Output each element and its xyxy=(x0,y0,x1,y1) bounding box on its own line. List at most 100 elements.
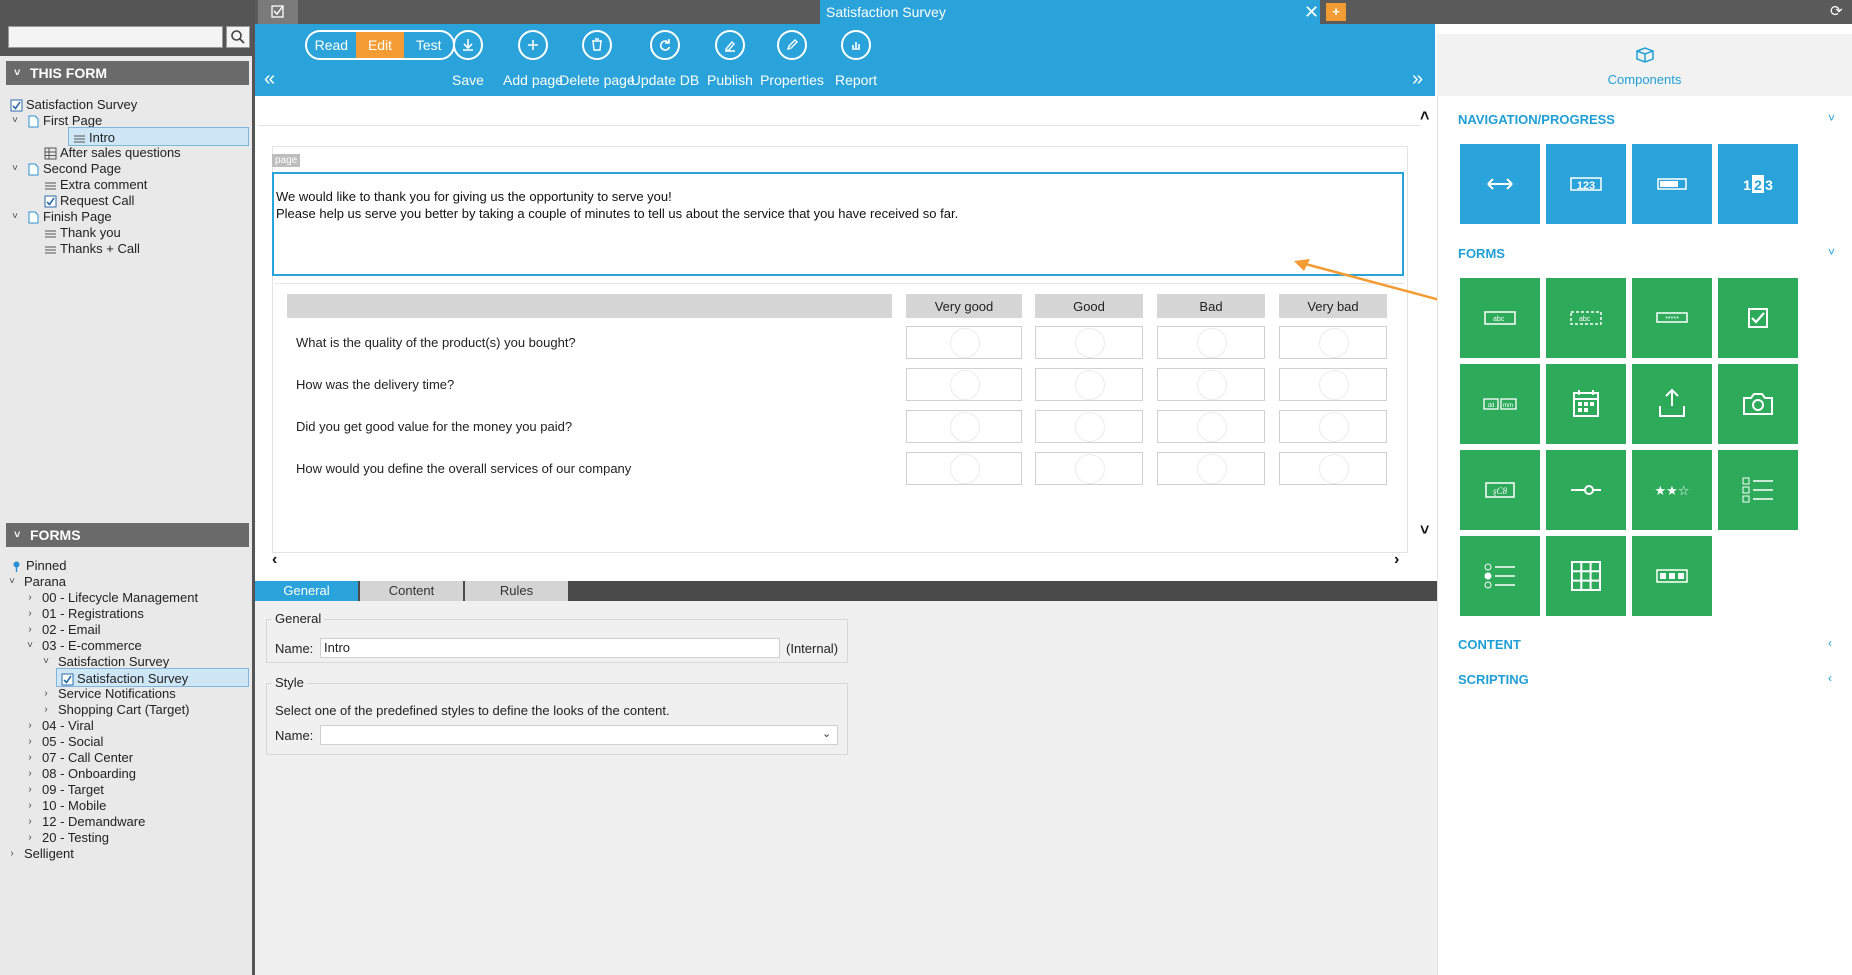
radio-button[interactable] xyxy=(1319,454,1349,484)
lines-icon xyxy=(44,178,57,191)
mode-edit-button[interactable]: Edit xyxy=(355,32,405,58)
radio-button[interactable] xyxy=(950,328,980,358)
password-field-icon: ***** xyxy=(1652,298,1692,338)
matrix-radio-cell[interactable] xyxy=(906,326,1022,359)
radio-list-tile[interactable] xyxy=(1460,536,1540,616)
masked-textbox-icon: abc xyxy=(1566,298,1606,338)
scroll-right-icon[interactable]: › xyxy=(1394,551,1399,569)
radio-button[interactable] xyxy=(1075,412,1105,442)
radio-button[interactable] xyxy=(1197,412,1227,442)
style-select[interactable] xyxy=(320,725,838,745)
captcha-tile[interactable]: ȿC8 xyxy=(1460,450,1540,530)
radio-button[interactable] xyxy=(950,370,980,400)
radio-button[interactable] xyxy=(1075,454,1105,484)
matrix-radio-cell[interactable] xyxy=(1157,326,1265,359)
this-form-header[interactable]: ˅ THIS FORM xyxy=(6,61,249,85)
radio-button[interactable] xyxy=(1319,328,1349,358)
segmented-choice-tile[interactable] xyxy=(1632,536,1712,616)
tab-rules[interactable]: Rules xyxy=(465,581,568,601)
calendar-tile[interactable] xyxy=(1546,364,1626,444)
radio-button[interactable] xyxy=(1197,328,1227,358)
chevron-down-icon[interactable]: ˅ xyxy=(9,111,21,130)
progress-bar-tile[interactable] xyxy=(1632,144,1712,224)
matrix-radio-cell[interactable] xyxy=(1279,410,1387,443)
page-number-tile[interactable]: 123 xyxy=(1718,144,1798,224)
components-tab-label: Components xyxy=(1607,72,1682,87)
radio-button[interactable] xyxy=(950,412,980,442)
matrix-radio-cell[interactable] xyxy=(1035,452,1143,485)
close-tab-button[interactable]: ✕ xyxy=(1304,2,1319,22)
collapse-right-button[interactable]: » xyxy=(1412,68,1423,91)
mode-read-button[interactable]: Read xyxy=(307,32,356,58)
matrix-radio-cell[interactable] xyxy=(1279,326,1387,359)
delete-page-button[interactable]: Delete page xyxy=(559,30,635,88)
tab-satisfaction-survey[interactable]: Satisfaction Survey xyxy=(820,0,1320,24)
chevron-down-icon[interactable]: ˅ xyxy=(1828,111,1835,125)
tab-form-list[interactable] xyxy=(258,0,298,24)
tree-item-label: Thanks + Call xyxy=(60,241,140,256)
chevron-down-icon[interactable]: ˅ xyxy=(1828,245,1835,259)
matrix-radio-cell[interactable] xyxy=(1157,410,1265,443)
radio-button[interactable] xyxy=(1075,328,1105,358)
matrix-radio-cell[interactable] xyxy=(1035,368,1143,401)
camera-tile[interactable] xyxy=(1718,364,1798,444)
section-content[interactable]: CONTENT xyxy=(1458,637,1521,652)
matrix-radio-cell[interactable] xyxy=(1035,326,1143,359)
page-icon xyxy=(27,162,40,176)
radio-button[interactable] xyxy=(1197,370,1227,400)
name-input[interactable]: Intro xyxy=(320,638,780,658)
matrix-radio-cell[interactable] xyxy=(1157,452,1265,485)
chevron-left-icon[interactable]: ‹ xyxy=(1828,636,1832,650)
matrix-radio-cell[interactable] xyxy=(1157,368,1265,401)
chevron-left-icon[interactable]: ‹ xyxy=(1828,671,1832,685)
scroll-left-icon[interactable]: ‹ xyxy=(272,551,277,569)
radio-button[interactable] xyxy=(1319,412,1349,442)
scroll-up-icon[interactable]: ˄ xyxy=(1420,108,1429,126)
chevron-down-icon: ˅ xyxy=(14,529,21,541)
publish-icon xyxy=(715,30,745,60)
collapse-left-button[interactable]: « xyxy=(264,68,275,91)
checkbox-tile[interactable] xyxy=(1718,278,1798,358)
upload-tile[interactable] xyxy=(1632,364,1712,444)
checklist-tile[interactable] xyxy=(1718,450,1798,530)
date-fields-tile[interactable]: dd mm xyxy=(1460,364,1540,444)
scroll-down-icon[interactable]: ˅ xyxy=(1420,522,1429,540)
tree-item[interactable]: Thanks + Call xyxy=(6,239,249,258)
matrix-radio-cell[interactable] xyxy=(1279,452,1387,485)
tab-content[interactable]: Content xyxy=(360,581,463,601)
password-field-tile[interactable]: ***** xyxy=(1632,278,1712,358)
matrix-radio-cell[interactable] xyxy=(906,368,1022,401)
section-forms[interactable]: FORMS xyxy=(1458,246,1505,261)
step-numbers-tile[interactable]: 123 xyxy=(1546,144,1626,224)
masked-textbox-tile[interactable]: abc xyxy=(1546,278,1626,358)
textbox-tile[interactable]: abc xyxy=(1460,278,1540,358)
search-button[interactable] xyxy=(226,26,250,48)
radio-button[interactable] xyxy=(1075,370,1105,400)
report-button[interactable]: Report xyxy=(818,30,894,88)
slider-tile[interactable] xyxy=(1546,450,1626,530)
matrix-radio-cell[interactable] xyxy=(1035,410,1143,443)
this-form-tree: Satisfaction Survey ˅ First Page Intro After… xyxy=(6,95,249,285)
radio-button[interactable] xyxy=(1197,454,1227,484)
radio-button[interactable] xyxy=(950,454,980,484)
style-name-label: Name: xyxy=(275,728,314,743)
add-tab-button[interactable]: + xyxy=(1326,3,1346,21)
nav-arrows-tile[interactable] xyxy=(1460,144,1540,224)
matrix-radio-cell[interactable] xyxy=(1279,368,1387,401)
matrix-radio-cell[interactable] xyxy=(906,410,1022,443)
chevron-right-icon[interactable]: › xyxy=(6,844,18,863)
refresh-icon[interactable]: ⟳ xyxy=(1830,2,1843,20)
radio-button[interactable] xyxy=(1319,370,1349,400)
search-input[interactable] xyxy=(8,26,223,48)
report-icon xyxy=(841,30,871,60)
tab-general[interactable]: General xyxy=(255,581,358,601)
section-scripting[interactable]: SCRIPTING xyxy=(1458,672,1529,687)
page-number-icon: 123 xyxy=(1738,164,1778,204)
tree-item[interactable]: › Selligent xyxy=(6,844,249,863)
matrix-radio-cell[interactable] xyxy=(906,452,1022,485)
grid-matrix-tile[interactable] xyxy=(1546,536,1626,616)
section-navigation[interactable]: NAVIGATION/PROGRESS xyxy=(1458,112,1615,127)
rating-stars-tile[interactable]: ★★☆ xyxy=(1632,450,1712,530)
chevron-down-icon[interactable]: ˅ xyxy=(40,652,52,671)
forms-header[interactable]: ˅ FORMS xyxy=(6,523,249,547)
